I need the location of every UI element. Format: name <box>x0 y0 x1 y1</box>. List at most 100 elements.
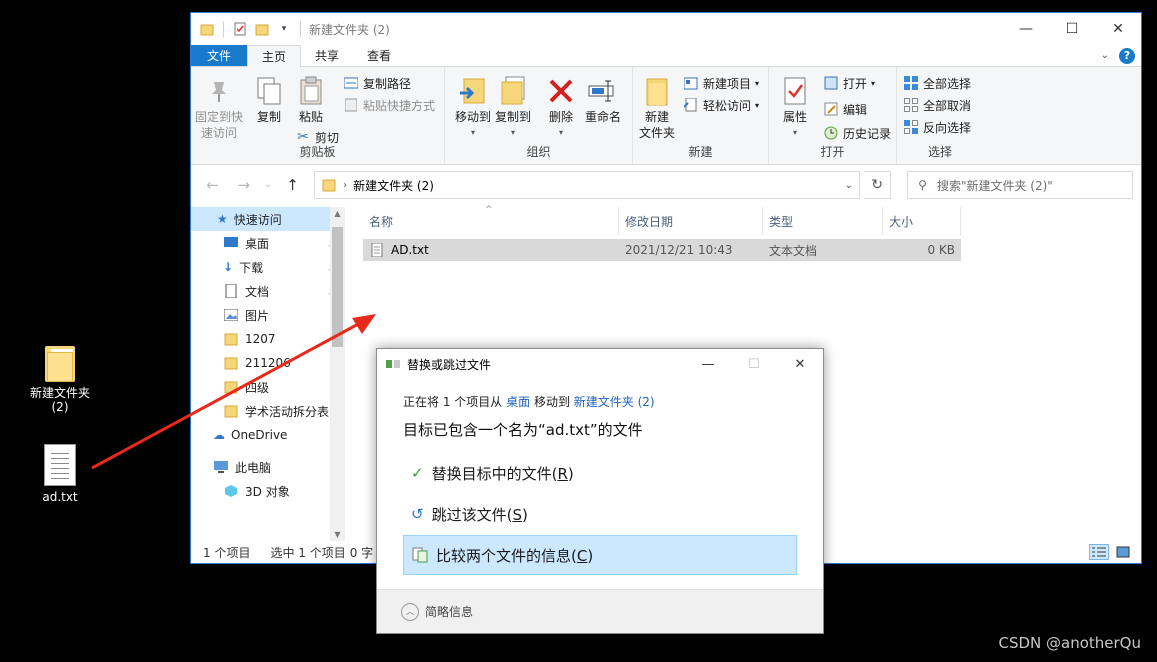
nav-scroll-thumb[interactable] <box>332 227 343 347</box>
help-icon[interactable]: ? <box>1119 47 1135 64</box>
tab-share[interactable]: 共享 <box>301 45 353 66</box>
address-dropdown-chevron-icon[interactable]: ⌄ <box>845 180 853 191</box>
properties-icon[interactable] <box>232 21 248 37</box>
refresh-button[interactable]: ↻ <box>863 171 892 199</box>
breadcrumb-current[interactable]: 新建文件夹 (2) <box>353 177 434 194</box>
tab-home[interactable]: 主页 <box>247 45 302 67</box>
nav-item-folder-1207[interactable]: 1207 <box>191 327 345 351</box>
delete-x-icon <box>545 75 577 107</box>
desktop-icon <box>223 235 239 251</box>
scroll-up-icon[interactable]: ▲ <box>330 209 345 218</box>
scroll-down-icon[interactable]: ▼ <box>330 530 345 539</box>
new-folder-icon[interactable] <box>254 21 270 37</box>
nav-scrollbar[interactable]: ▲ ▼ <box>330 207 345 541</box>
copy-button[interactable]: 复制 <box>245 75 293 125</box>
dialog-minimize-button[interactable]: — <box>685 349 731 379</box>
fewer-details-link[interactable]: 简略信息 <box>425 603 473 620</box>
cube-icon <box>223 483 239 499</box>
desktop-txt-label: ad.txt <box>42 490 78 504</box>
nav-item-folder-211206[interactable]: 211206 <box>191 351 345 375</box>
document-icon <box>223 283 239 299</box>
table-row[interactable]: AD.txt 2021/12/21 10:43 文本文档 0 KB <box>363 239 961 261</box>
maximize-button[interactable]: ☐ <box>1049 13 1095 45</box>
compare-option-button[interactable]: 比较两个文件的信息(C) <box>403 535 797 575</box>
new-folder-button[interactable]: 新建 文件夹 <box>633 75 681 141</box>
select-all-button[interactable]: 全部选择 <box>903 73 971 93</box>
open-icon <box>823 75 839 91</box>
collapse-details-chevron-icon[interactable]: ︿ <box>401 602 419 621</box>
status-item-count: 1 个项目 <box>203 545 251 560</box>
nav-item-desktop[interactable]: 桌面 📌 <box>191 231 345 255</box>
customize-qa-chevron-icon[interactable]: ▾ <box>276 21 292 37</box>
paste-button[interactable]: 粘贴 <box>287 75 335 125</box>
address-input[interactable]: › 新建文件夹 (2) ⌄ <box>314 171 860 199</box>
skip-arrow-icon: ↺ <box>411 505 424 523</box>
nav-item-pictures[interactable]: 图片 <box>191 303 345 327</box>
nav-item-folder-siji[interactable]: 四级 <box>191 375 345 399</box>
easy-access-icon <box>683 97 699 113</box>
nav-item-onedrive[interactable]: ☁ OneDrive <box>191 423 345 447</box>
column-size[interactable]: 大小 <box>883 207 961 235</box>
properties-button[interactable]: 属性 ▾ <box>771 75 819 141</box>
select-none-button[interactable]: 全部取消 <box>903 95 971 115</box>
breadcrumb-chevron-icon[interactable]: › <box>343 180 347 191</box>
tab-view[interactable]: 查看 <box>353 45 405 66</box>
file-size: 0 KB <box>927 243 955 257</box>
folder-icon <box>223 331 239 347</box>
paste-shortcut-button[interactable]: 粘贴快捷方式 <box>343 95 435 115</box>
edit-icon <box>823 101 839 117</box>
back-button[interactable]: ← <box>199 176 226 194</box>
folder-icon <box>45 346 75 382</box>
replace-option-button[interactable]: ✓ 替换目标中的文件(R) <box>403 453 797 493</box>
nav-item-documents[interactable]: 文档 📌 <box>191 279 345 303</box>
desktop-folder-icon[interactable]: 新建文件夹 (2) <box>24 346 96 414</box>
nav-item-downloads[interactable]: ↓ 下载 📌 <box>191 255 345 279</box>
up-button[interactable]: ↑ <box>279 176 306 194</box>
edit-button[interactable]: 编辑 <box>823 99 867 119</box>
status-selected-count: 选中 1 个项目 <box>270 545 346 560</box>
desktop-folder-label-line2: (2) <box>51 400 69 414</box>
star-icon: ★ <box>217 212 228 226</box>
pictures-icon <box>223 307 239 323</box>
invert-selection-button[interactable]: 反向选择 <box>903 117 971 137</box>
copy-to-button[interactable]: 复制到 ▾ <box>489 75 537 141</box>
nav-item-3d-objects[interactable]: 3D 对象 <box>191 479 345 503</box>
sort-caret-icon: ^ <box>485 205 493 215</box>
skip-option-button[interactable]: ↺ 跳过该文件(S) <box>403 494 797 534</box>
folder-icon <box>223 403 239 419</box>
recent-locations-chevron-icon[interactable]: ⌄ <box>261 180 275 190</box>
folder-icon <box>223 355 239 371</box>
history-button[interactable]: 历史记录 <box>823 123 891 143</box>
details-view-icon[interactable] <box>1089 544 1109 560</box>
dialog-move-description: 正在将 1 个项目从 桌面 移动到 新建文件夹 (2) <box>403 395 655 409</box>
large-icons-view-icon[interactable] <box>1113 544 1133 560</box>
tab-file[interactable]: 文件 <box>191 45 247 66</box>
column-date[interactable]: 修改日期 <box>619 207 763 235</box>
paste-shortcut-icon <box>343 97 359 113</box>
dialog-close-button[interactable]: ✕ <box>777 349 823 379</box>
easy-access-button[interactable]: 轻松访问 ▾ <box>683 95 759 115</box>
open-button[interactable]: 打开 ▾ <box>823 73 875 93</box>
pin-quick-access-button[interactable]: 固定到快 速访问 <box>195 75 243 141</box>
nav-item-quick-access[interactable]: ★ 快速访问 <box>191 207 345 231</box>
nav-item-this-pc[interactable]: 此电脑 <box>191 455 345 479</box>
column-type[interactable]: 类型 <box>763 207 883 235</box>
minimize-button[interactable]: — <box>1003 13 1049 45</box>
rename-button[interactable]: 重命名 <box>579 75 627 125</box>
column-header: ^ 名称 修改日期 类型 大小 <box>363 205 1141 235</box>
dialog-footer: ︿ 简略信息 <box>377 589 823 633</box>
desktop-txt-file[interactable]: ad.txt <box>24 444 96 504</box>
forward-button[interactable]: → <box>230 176 257 194</box>
file-date: 2021/12/21 10:43 <box>625 243 733 257</box>
search-input[interactable]: ⚲ 搜索"新建文件夹 (2)" <box>907 171 1133 199</box>
source-link[interactable]: 桌面 <box>506 395 530 409</box>
ribbon-collapse-chevron-icon[interactable]: ⌄ <box>1101 50 1109 61</box>
new-folder-icon <box>641 75 673 107</box>
copy-path-button[interactable]: 复制路径 <box>343 73 411 93</box>
close-button[interactable]: ✕ <box>1095 13 1141 45</box>
copy-path-icon <box>343 75 359 91</box>
nav-item-folder-academic[interactable]: 学术活动拆分表 <box>191 399 345 423</box>
new-item-button[interactable]: 新建项目 ▾ <box>683 73 759 93</box>
delete-button[interactable]: 删除 ▾ <box>537 75 585 141</box>
destination-link[interactable]: 新建文件夹 (2) <box>574 395 655 409</box>
